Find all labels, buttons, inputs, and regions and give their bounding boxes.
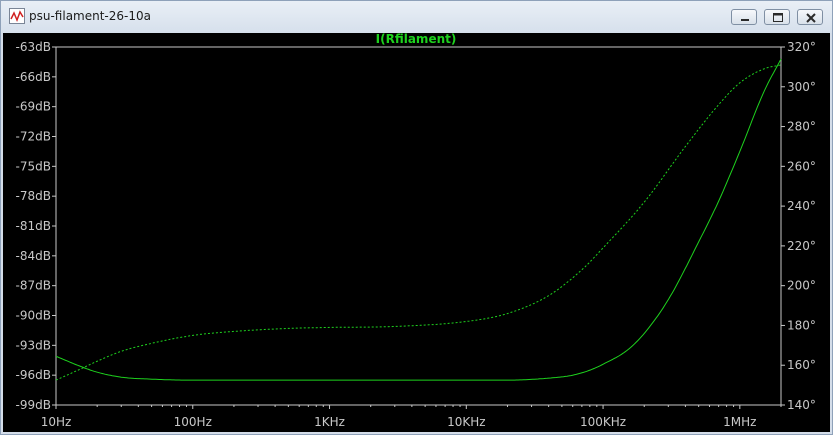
y-right-tick-label: 320°: [787, 40, 816, 54]
x-tick-label: 10KHz: [447, 415, 485, 429]
y-left-tick-label: -78dB: [16, 189, 51, 203]
chart-title[interactable]: I(Rfilament): [376, 33, 457, 46]
window-title: psu-filament-26-10a: [29, 9, 151, 23]
y-right-tick-label: 240°: [787, 199, 816, 213]
y-right-tick-label: 220°: [787, 239, 816, 253]
maximize-button[interactable]: [764, 9, 790, 25]
y-right-tick-label: 200°: [787, 279, 816, 293]
y-left-tick-label: -69dB: [16, 100, 51, 114]
y-left-tick-label: -81dB: [16, 219, 51, 233]
x-tick-label: 10Hz: [41, 415, 72, 429]
y-right-tick-label: 160°: [787, 358, 816, 372]
maximize-icon: [773, 13, 783, 22]
y-left-tick-label: -75dB: [16, 159, 51, 173]
magnitude-trace[interactable]: [55, 58, 782, 381]
x-tick-label: 100Hz: [174, 415, 212, 429]
phase-trace[interactable]: [55, 64, 782, 381]
plot-frame: [55, 46, 782, 406]
x-tick-label: 1KHz: [314, 415, 345, 429]
axes-layer: [55, 46, 782, 406]
y-left-tick-label: -93dB: [16, 338, 51, 352]
waveform-app-icon: [9, 8, 25, 24]
series-layer: [55, 58, 782, 381]
x-tick-label: 100KHz: [580, 415, 626, 429]
y-right-tick-label: 260°: [787, 159, 816, 173]
x-tick-label: 1MHz: [723, 415, 756, 429]
minimize-icon: [741, 19, 749, 21]
title-bar[interactable]: psu-filament-26-10a: [1, 1, 832, 33]
close-icon: [806, 13, 816, 23]
ticks-layer: -63dB -66dB -69dB -72dB -75dB -78dB -81dB -84dB…: [16, 40, 816, 429]
y-left-tick-label: -66dB: [16, 70, 51, 84]
application-window: psu-filament-26-10a -63dB -66dB -69dB -72dB…: [0, 0, 833, 435]
y-left-tick-label: -96dB: [16, 368, 51, 382]
y-left-tick-label: -99dB: [16, 398, 51, 412]
y-left-tick-label: -72dB: [16, 130, 51, 144]
y-left-tick-label: -90dB: [16, 309, 51, 323]
close-button[interactable]: [797, 9, 823, 25]
y-right-tick-label: 180°: [787, 318, 816, 332]
y-right-tick-label: 140°: [787, 398, 816, 412]
bode-plot-chart[interactable]: -63dB -66dB -69dB -72dB -75dB -78dB -81dB -84dB…: [3, 33, 830, 432]
minimize-button[interactable]: [731, 9, 757, 25]
y-left-tick-label: -87dB: [16, 279, 51, 293]
y-left-tick-label: -84dB: [16, 249, 51, 263]
y-left-tick-label: -63dB: [16, 40, 51, 54]
y-right-tick-label: 300°: [787, 80, 816, 94]
y-right-tick-label: 280°: [787, 120, 816, 134]
plot-pane[interactable]: -63dB -66dB -69dB -72dB -75dB -78dB -81dB -84dB…: [3, 33, 830, 432]
